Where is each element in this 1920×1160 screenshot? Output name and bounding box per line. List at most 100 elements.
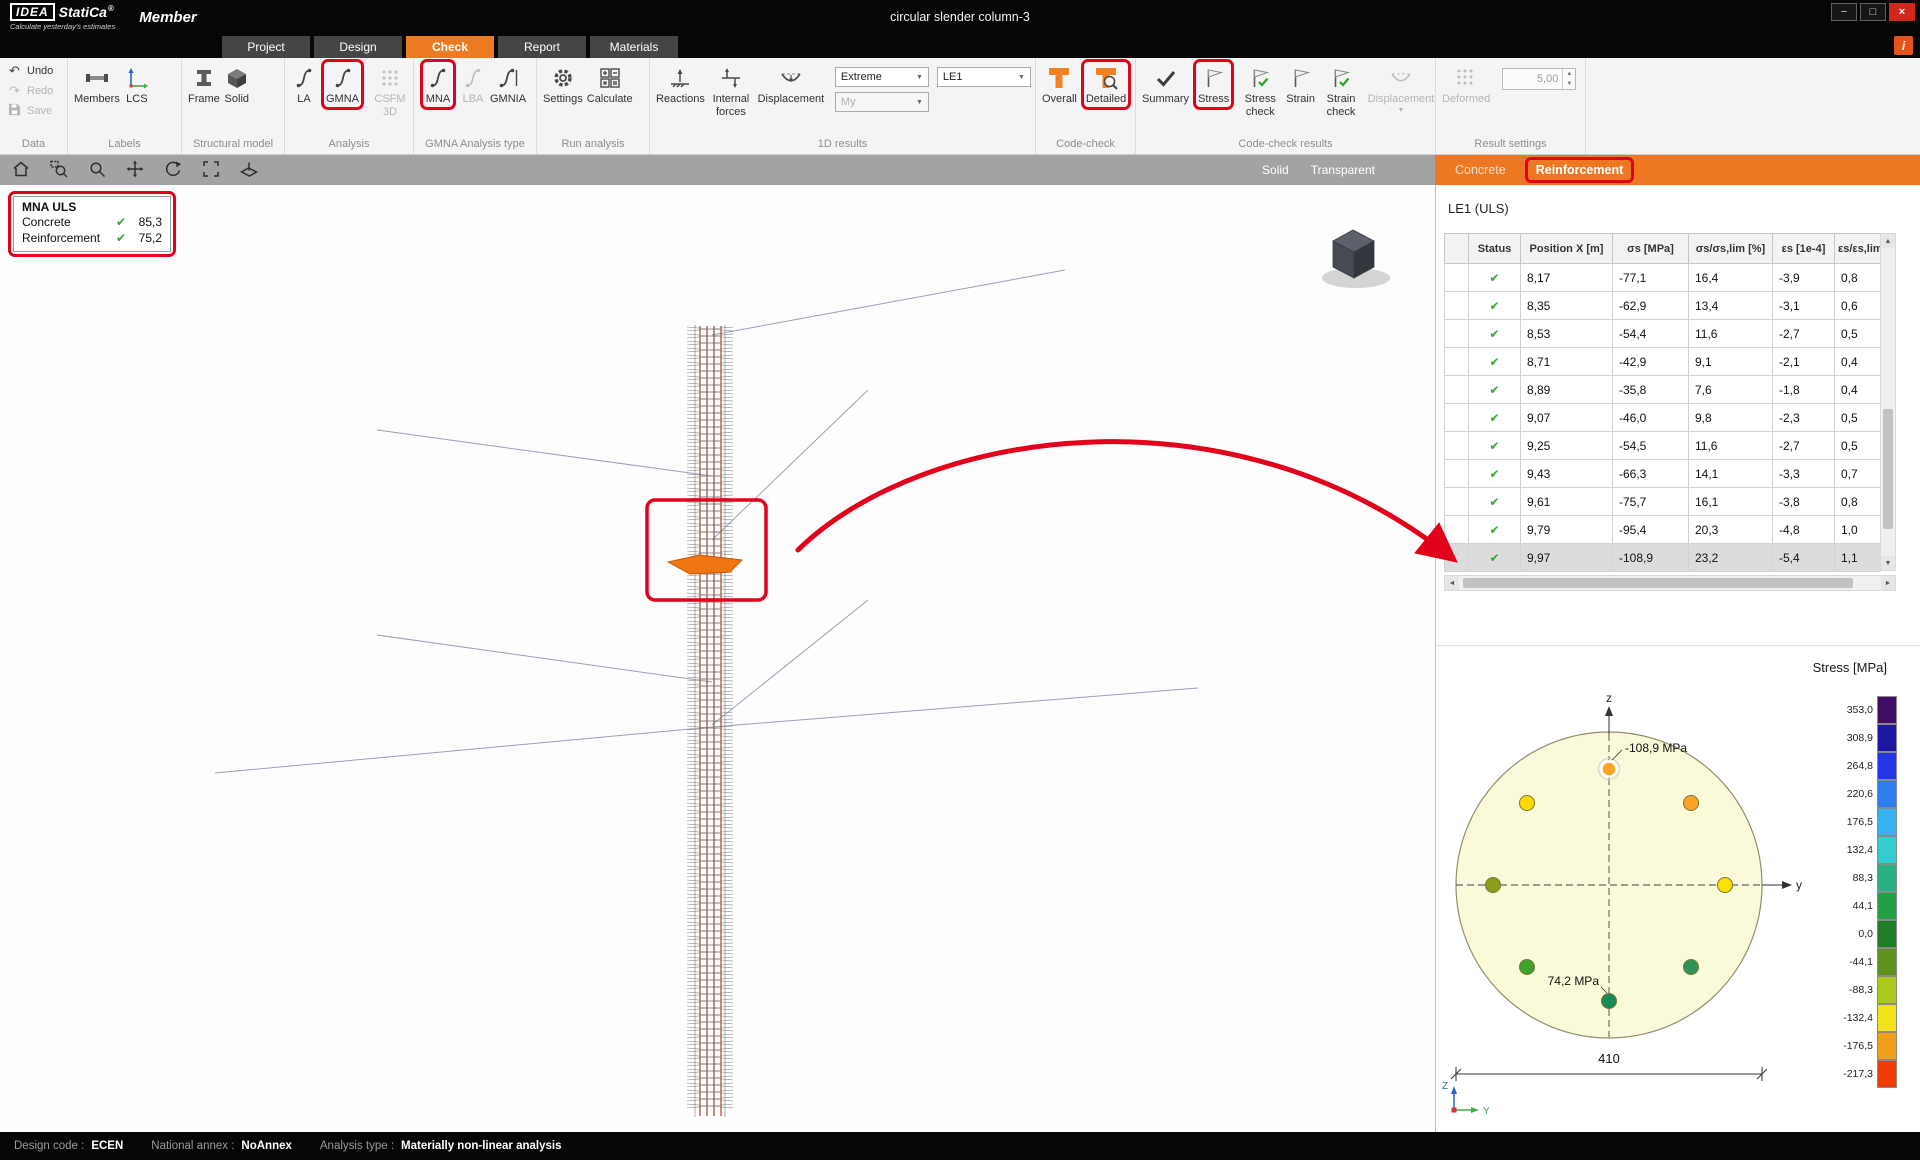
- loadcase-label: LE1 (ULS): [1448, 201, 1509, 216]
- internal-forces-button[interactable]: Internal forces: [707, 62, 755, 119]
- close-button[interactable]: ×: [1889, 3, 1915, 21]
- tab-report[interactable]: Report: [498, 36, 586, 58]
- maximize-button[interactable]: □: [1860, 3, 1886, 21]
- clipping-plane-button[interactable]: [236, 158, 262, 182]
- la-button[interactable]: LA: [289, 62, 319, 107]
- redo-button[interactable]: ↷Redo: [7, 82, 53, 99]
- transparent-display-button[interactable]: Transparent: [1311, 163, 1375, 177]
- scroll-right-button[interactable]: ►: [1881, 576, 1895, 590]
- rotate-button[interactable]: [160, 158, 186, 182]
- deformed-dots-icon: [1453, 65, 1479, 91]
- legend-entry: 132,4: [1831, 836, 1897, 864]
- tab-design[interactable]: Design: [314, 36, 402, 58]
- members-button[interactable]: Members: [72, 62, 122, 107]
- scrollbar-thumb[interactable]: [1463, 578, 1853, 588]
- zoom-icon: [87, 159, 107, 182]
- status-check-icon: ✔: [1469, 432, 1521, 460]
- table-row[interactable]: ✔9,97-108,923,2-5,41,1: [1445, 544, 1881, 572]
- mna-button[interactable]: MNA: [423, 62, 453, 107]
- summary-button[interactable]: Summary: [1140, 62, 1191, 107]
- table-row[interactable]: ✔9,07-46,09,8-2,30,5: [1445, 404, 1881, 432]
- analysis-type-label: Analysis type :: [320, 1140, 394, 1152]
- rebar-dot: [1602, 994, 1617, 1009]
- home-icon: [11, 159, 31, 182]
- stress-legend-entries: 353,0308,9264,8220,6176,5132,488,344,10,…: [1831, 696, 1897, 1088]
- horizontal-scrollbar[interactable]: ◄ ►: [1444, 575, 1896, 591]
- calculate-button[interactable]: Calculate: [585, 62, 635, 107]
- stress-check-button[interactable]: Stress check: [1236, 62, 1284, 119]
- rotate-icon: [163, 159, 183, 182]
- chevron-down-icon: ▼: [1398, 107, 1405, 115]
- displacement-results-button[interactable]: Displacement ▼: [1365, 62, 1437, 116]
- solid-display-button[interactable]: Solid: [1262, 163, 1289, 177]
- overall-button[interactable]: Overall: [1040, 62, 1079, 107]
- strain-check-button[interactable]: Strain check: [1317, 62, 1365, 119]
- tab-check[interactable]: Check: [406, 36, 494, 58]
- tab-materials[interactable]: Materials: [590, 36, 678, 58]
- reactions-button[interactable]: Reactions: [654, 62, 707, 107]
- check-icon: ✔: [116, 231, 126, 247]
- group-title-labels: Labels: [68, 137, 181, 154]
- deformed-button[interactable]: Deformed: [1440, 62, 1492, 107]
- scale-spinner[interactable]: 5,00 ▲ ▼: [1502, 68, 1576, 90]
- lba-button[interactable]: LBA: [458, 62, 488, 107]
- strain-button[interactable]: Strain: [1284, 62, 1317, 107]
- tab-reinforcement[interactable]: Reinforcement: [1528, 160, 1632, 180]
- table-row[interactable]: ✔9,61-75,716,1-3,80,8: [1445, 488, 1881, 516]
- spinner-down-button[interactable]: ▼: [1563, 79, 1575, 89]
- info-button[interactable]: i: [1894, 36, 1913, 55]
- my-dropdown[interactable]: My▼: [835, 92, 929, 112]
- home-view-button[interactable]: [8, 158, 34, 182]
- navigation-cube[interactable]: [1322, 230, 1390, 288]
- extreme-dropdown[interactable]: Extreme▼: [835, 67, 929, 87]
- spinner-up-button[interactable]: ▲: [1563, 69, 1575, 79]
- loadcase-dropdown[interactable]: LE1▼: [937, 67, 1031, 87]
- table-row[interactable]: ✔8,71-42,99,1-2,10,4: [1445, 348, 1881, 376]
- ribbon-group-run-analysis: Settings Calculate Run analysis: [537, 58, 650, 154]
- scroll-down-button[interactable]: ▼: [1881, 556, 1895, 570]
- group-title-cc-results: Code-check results: [1136, 137, 1435, 154]
- detailed-button[interactable]: Detailed: [1084, 62, 1128, 107]
- solid-cube-icon: [224, 65, 250, 91]
- 3d-viewport[interactable]: MNA ULS Concrete ✔ 85,3 Reinforcement ✔ …: [0, 185, 1435, 1132]
- zoom-window-button[interactable]: [46, 158, 72, 182]
- gmna-button[interactable]: GMNA: [324, 62, 361, 107]
- save-button[interactable]: Save: [7, 102, 52, 119]
- undo-icon: ↶: [7, 63, 22, 79]
- settings-button[interactable]: Settings: [541, 62, 585, 107]
- lcs-button[interactable]: LCS: [122, 62, 152, 107]
- undo-button[interactable]: ↶Undo: [7, 62, 53, 79]
- results-panel: LE1 (ULS) Status Position X [m] σs [MPa]…: [1435, 185, 1920, 1132]
- frame-button[interactable]: Frame: [186, 62, 222, 107]
- table-row[interactable]: ✔8,89-35,87,6-1,80,4: [1445, 376, 1881, 404]
- reactions-icon: [667, 65, 693, 91]
- pan-button[interactable]: [122, 158, 148, 182]
- ribbon-group-structural-model: Frame Solid Structural model: [182, 58, 285, 154]
- table-row[interactable]: ✔9,25-54,511,6-2,70,5: [1445, 432, 1881, 460]
- analysis-type-value: Materially non-linear analysis: [401, 1140, 561, 1152]
- table-row[interactable]: ✔8,17-77,116,4-3,90,8: [1445, 264, 1881, 292]
- table-row[interactable]: ✔9,79-95,420,3-4,81,0: [1445, 516, 1881, 544]
- orientation-triad: Z Y: [1442, 1081, 1490, 1117]
- table-row[interactable]: ✔9,43-66,314,1-3,30,7: [1445, 460, 1881, 488]
- displacement-button[interactable]: Displacement: [755, 62, 827, 107]
- solid-button[interactable]: Solid: [222, 62, 252, 107]
- fit-view-button[interactable]: [198, 158, 224, 182]
- max-stress-label: -108,9 MPa: [1625, 741, 1687, 755]
- gmnia-button[interactable]: GMNIA: [488, 62, 528, 107]
- zoom-button[interactable]: [84, 158, 110, 182]
- scrollbar-thumb[interactable]: [1883, 409, 1893, 529]
- group-title-analysis: Analysis: [285, 137, 413, 154]
- stress-button[interactable]: Stress: [1196, 62, 1231, 107]
- tab-project[interactable]: Project: [222, 36, 310, 58]
- scroll-up-button[interactable]: ▲: [1881, 234, 1895, 248]
- table-row[interactable]: ✔8,35-62,913,4-3,10,6: [1445, 292, 1881, 320]
- scroll-left-button[interactable]: ◄: [1445, 576, 1459, 590]
- status-bar: Design code : ECEN National annex : NoAn…: [0, 1132, 1920, 1160]
- vertical-scrollbar[interactable]: ▲ ▼: [1880, 233, 1896, 571]
- table-row[interactable]: ✔8,53-54,411,6-2,70,5: [1445, 320, 1881, 348]
- ribbon-group-gmna-type: MNA LBA GMNIA GMNA Analysis type: [414, 58, 537, 154]
- minimize-button[interactable]: −: [1831, 3, 1857, 21]
- tab-concrete[interactable]: Concrete: [1447, 160, 1514, 180]
- csfm-button[interactable]: CSFM 3D: [366, 62, 414, 119]
